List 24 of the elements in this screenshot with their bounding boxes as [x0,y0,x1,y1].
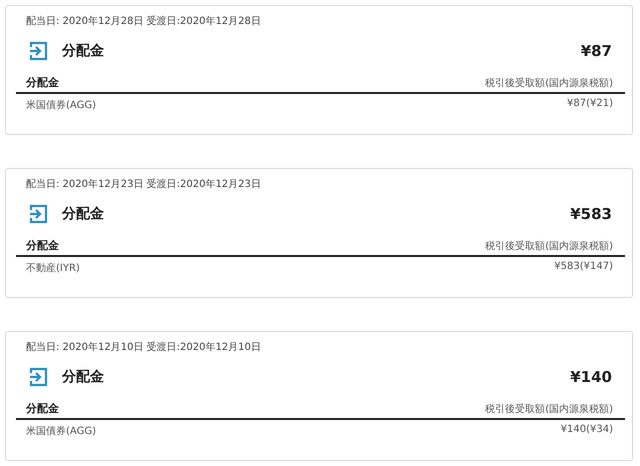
fund-name-cell-text: 不動産(IYR) [26,262,80,275]
column-header: 分配金 [26,401,59,416]
enter-icon [28,367,48,387]
column-header: 税引後受取額(国内源泉税額) [485,402,613,416]
value-cell-text: ¥87(¥21) [567,98,613,111]
fund-name-cell-text: 米国債券(AGG) [26,424,96,438]
fund-name-cell-text: 米国債券(AGG) [26,98,96,112]
value-cell-text: ¥583(¥147) [554,261,613,274]
transaction-title: 分配金 [62,205,105,223]
value-cell-text: ¥140(¥34) [560,424,613,437]
dates-text: 配当日: 2020年12月28日 受渡日:2020年12月28日 [25,15,262,29]
amount-text: ¥583 [570,205,612,223]
amount-text: ¥87 [580,42,612,60]
transaction-title: 分配金 [62,42,105,60]
enter-icon [28,204,48,224]
column-header: 分配金 [26,238,59,253]
column-header: 分配金 [26,75,59,90]
dates-text: 配当日: 2020年12月10日 受渡日:2020年12月10日 [25,341,262,355]
dates-text: 配当日: 2020年12月23日 受渡日:2020年12月23日 [25,178,262,192]
amount-text: ¥140 [570,368,612,386]
transaction-title: 分配金 [62,368,105,386]
column-header: 税引後受取額(国内源泉税額) [485,240,613,253]
column-header: 税引後受取額(国内源泉税額) [485,76,613,90]
enter-icon [28,41,48,61]
